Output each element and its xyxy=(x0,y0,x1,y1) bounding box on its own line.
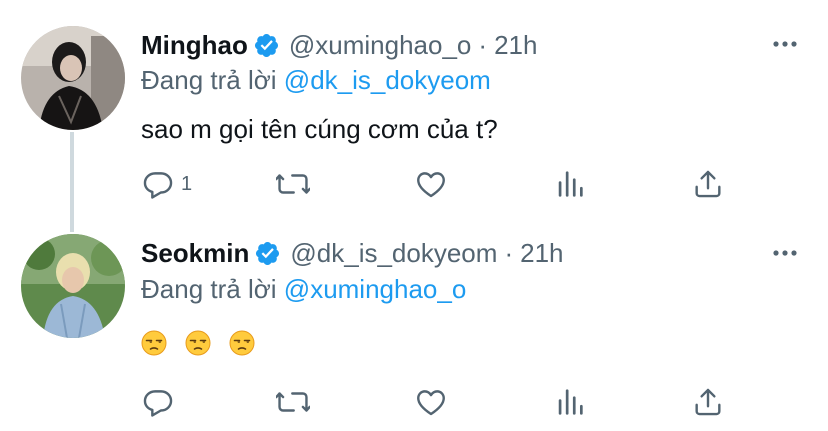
display-name[interactable]: Minghao xyxy=(141,30,248,61)
separator-dot: · xyxy=(478,30,488,60)
avatar[interactable] xyxy=(21,234,125,338)
reply-icon xyxy=(143,172,173,199)
replying-prefix: Đang trả lời xyxy=(141,65,277,95)
share-button[interactable] xyxy=(691,384,725,420)
like-button[interactable] xyxy=(414,384,448,420)
share-icon xyxy=(695,170,721,198)
tweet-seokmin[interactable]: Seokmin @dk_is_dokyeom · 21h Đang trả lờ… xyxy=(0,222,828,431)
analytics-icon xyxy=(558,171,583,197)
user-handle[interactable]: @xuminghao_o xyxy=(289,30,472,61)
tweet-text: sao m gọi tên cúng cơm của t? xyxy=(141,114,498,144)
retweet-button[interactable] xyxy=(276,166,310,202)
tweet-header: Minghao @xuminghao_o · 21h xyxy=(141,30,537,61)
tweet-header: Seokmin @dk_is_dokyeom · 21h xyxy=(141,238,564,269)
unamused-face-emoji xyxy=(141,330,167,356)
thread-connector xyxy=(70,132,74,232)
like-icon xyxy=(417,172,445,198)
tweet-text xyxy=(141,326,266,357)
retweet-icon xyxy=(276,392,310,412)
tweet-actions: 1 xyxy=(141,166,741,202)
replying-mention[interactable]: @dk_is_dokyeom xyxy=(284,65,491,95)
reply-button[interactable] xyxy=(141,384,181,420)
replying-prefix: Đang trả lời xyxy=(141,274,277,304)
analytics-button[interactable] xyxy=(553,384,587,420)
like-button[interactable] xyxy=(414,166,448,202)
user-handle[interactable]: @dk_is_dokyeom xyxy=(290,238,497,269)
replying-mention[interactable]: @xuminghao_o xyxy=(284,274,467,304)
verified-badge-icon xyxy=(254,33,278,58)
more-icon[interactable] xyxy=(772,40,798,48)
retweet-icon xyxy=(276,174,310,194)
verified-badge-icon xyxy=(256,241,280,266)
analytics-icon xyxy=(558,389,583,415)
reply-icon xyxy=(143,390,173,417)
avatar[interactable] xyxy=(21,26,125,130)
display-name[interactable]: Seokmin xyxy=(141,238,249,269)
timestamp[interactable]: 21h xyxy=(494,30,537,61)
unamused-face-emoji xyxy=(185,330,211,356)
reply-button[interactable]: 1 xyxy=(141,166,192,202)
separator-dot: · xyxy=(504,238,514,268)
share-icon xyxy=(695,388,721,416)
replying-to: Đang trả lời @xuminghao_o xyxy=(141,274,466,305)
tweet-actions xyxy=(141,384,741,420)
tweet-minghao[interactable]: Minghao @xuminghao_o · 21h Đang trả lời … xyxy=(0,0,828,232)
retweet-button[interactable] xyxy=(276,384,310,420)
more-icon[interactable] xyxy=(772,249,798,257)
timestamp[interactable]: 21h xyxy=(520,238,563,269)
share-button[interactable] xyxy=(691,166,725,202)
unamused-face-emoji xyxy=(229,330,255,356)
like-icon xyxy=(417,390,445,416)
replying-to: Đang trả lời @dk_is_dokyeom xyxy=(141,65,491,96)
reply-count: 1 xyxy=(181,172,193,195)
analytics-button[interactable] xyxy=(553,166,587,202)
